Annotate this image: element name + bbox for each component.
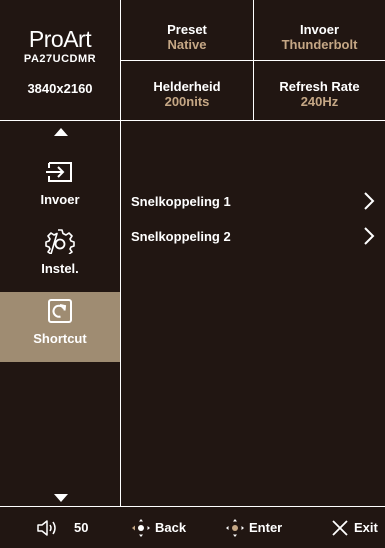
input-value: Thunderbolt xyxy=(281,37,358,52)
volume-value: 50 xyxy=(74,520,89,535)
divider xyxy=(0,120,385,121)
scroll-down-arrow-icon[interactable] xyxy=(54,494,68,502)
enter-button[interactable]: Enter xyxy=(225,507,282,548)
sidebar-item-invoer[interactable]: Invoer xyxy=(0,153,120,223)
list-item-snelkoppeling-2[interactable]: Snelkoppeling 2 xyxy=(131,226,376,248)
preset-value: Native xyxy=(167,37,207,52)
back-label: Back xyxy=(155,520,187,535)
sidebar-item-shortcut[interactable]: Shortcut xyxy=(0,292,120,362)
divider xyxy=(121,60,385,61)
close-icon xyxy=(332,519,348,536)
resolution: 3840x2160 xyxy=(27,81,93,96)
shortcut-icon xyxy=(48,299,72,323)
joystick-press-icon xyxy=(226,518,244,537)
list-item-label: Snelkoppeling 2 xyxy=(131,229,231,244)
brightness-label: Helderheid xyxy=(153,79,221,94)
osd-menu: ProArt PA27UCDMR 3840x2160 Preset Native… xyxy=(0,0,385,548)
brand-panel: ProArt PA27UCDMR 3840x2160 xyxy=(0,0,120,121)
chevron-right-icon xyxy=(364,227,375,245)
sidebar-item-instel[interactable]: Instel. xyxy=(0,222,120,292)
preset-info: Preset Native xyxy=(121,0,253,60)
gear-icon xyxy=(45,229,75,254)
input-label: Invoer xyxy=(299,22,339,37)
brand-logo: ProArt xyxy=(28,26,92,52)
scroll-up-arrow-icon[interactable] xyxy=(54,128,68,136)
speaker-icon xyxy=(37,519,56,536)
shortcut-panel: Snelkoppeling 1 Snelkoppeling 2 xyxy=(121,121,385,506)
back-button[interactable]: Back xyxy=(131,507,186,548)
list-item-snelkoppeling-1[interactable]: Snelkoppeling 1 xyxy=(131,191,376,213)
volume-control[interactable]: 50 xyxy=(36,507,88,548)
footer: 50 Back Enter Exit xyxy=(0,507,385,548)
refresh-value: 240Hz xyxy=(300,94,339,109)
divider xyxy=(120,0,121,548)
enter-label: Enter xyxy=(249,520,283,535)
sidebar-item-label: Instel. xyxy=(41,261,79,276)
refresh-label: Refresh Rate xyxy=(279,79,360,94)
brightness-value: 200nits xyxy=(164,94,210,109)
exit-label: Exit xyxy=(354,520,378,535)
input-icon xyxy=(46,162,72,182)
chevron-right-icon xyxy=(364,192,375,210)
sidebar-item-label: Shortcut xyxy=(33,331,87,346)
brightness-info: Helderheid 200nits xyxy=(121,61,253,121)
model-name: PA27UCDMR xyxy=(23,53,97,65)
sidebar: Invoer Instel. Shortcut xyxy=(0,121,120,506)
joystick-left-icon xyxy=(132,518,150,537)
preset-label: Preset xyxy=(167,22,207,37)
sidebar-item-label: Invoer xyxy=(40,192,80,207)
exit-button[interactable]: Exit xyxy=(330,507,378,548)
refresh-info: Refresh Rate 240Hz xyxy=(254,61,385,121)
input-info: Invoer Thunderbolt xyxy=(254,0,385,60)
list-item-label: Snelkoppeling 1 xyxy=(131,194,231,209)
